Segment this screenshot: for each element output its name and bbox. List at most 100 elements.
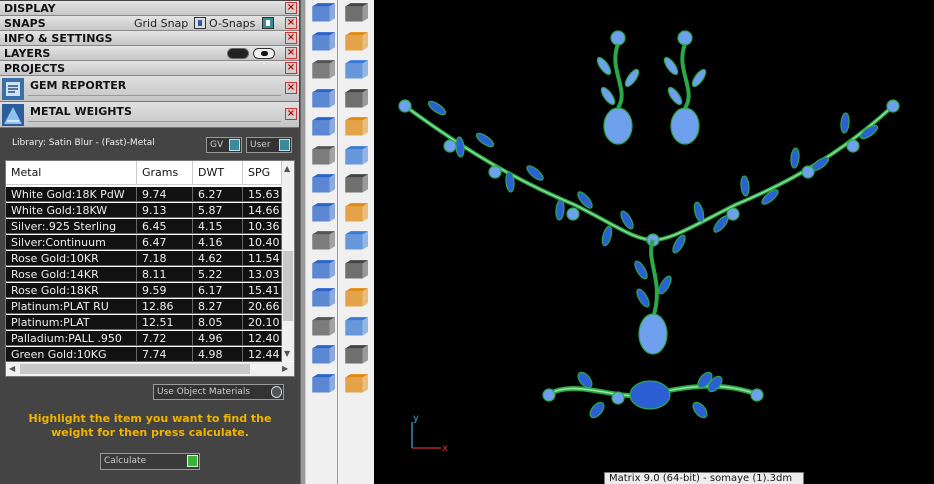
cell-spg: 11.54 [243, 251, 282, 265]
necklace-chain-highlight [404, 105, 894, 241]
use-object-materials-switch[interactable] [271, 386, 282, 398]
column-header-grams[interactable]: Grams [137, 161, 193, 184]
gem-cluster-icon[interactable] [309, 116, 335, 142]
column-header-metal[interactable]: Metal [6, 161, 137, 184]
scroll-down-icon[interactable]: ▼ [284, 349, 290, 358]
info-close-button[interactable]: × [285, 32, 297, 44]
table-row[interactable]: White Gold:18KW 9.13 5.87 14.66 [6, 203, 282, 218]
solid-edit-icon[interactable] [309, 287, 335, 313]
cell-dwt: 8.27 [193, 299, 243, 313]
calculate-button[interactable]: Calculate [100, 453, 200, 470]
star-transform-icon[interactable] [342, 116, 368, 142]
table-row[interactable]: Silver:Continuum 6.47 4.16 10.40 [6, 235, 282, 250]
eye-icon[interactable] [253, 48, 275, 59]
round-gem [611, 391, 625, 405]
vertical-scrollbar[interactable]: ▲ ▼ [282, 161, 294, 361]
viewport[interactable]: y x [375, 0, 934, 484]
scroll-right-icon[interactable]: ▶ [282, 364, 288, 373]
gv-toggle[interactable]: GV [206, 137, 242, 153]
display-close-button[interactable]: × [285, 2, 297, 14]
window-title-tooltip: Matrix 9.0 (64-bit) - somaye (1).3dm [604, 472, 804, 484]
pipe-icon[interactable] [342, 287, 368, 313]
sphere-solid-icon[interactable] [342, 59, 368, 85]
check-icon[interactable] [342, 344, 368, 370]
cylinder-solid-icon[interactable] [309, 88, 335, 114]
user-toggle[interactable]: User [246, 137, 292, 153]
fillet-icon[interactable] [342, 202, 368, 228]
table-row[interactable]: Platinum:PLAT RU 12.86 8.27 20.66 [6, 299, 282, 314]
table-row[interactable]: White Gold:18K PdW 9.74 6.27 15.63 [6, 187, 282, 202]
o-snaps-toggle[interactable] [262, 17, 274, 29]
projects-close-button[interactable]: × [285, 62, 297, 74]
table-row[interactable]: Silver:.925 Sterling 6.45 4.15 10.36 [6, 219, 282, 234]
earring-stem [613, 43, 624, 110]
gv-switch[interactable] [229, 139, 240, 151]
snaps-header[interactable]: SNAPS Grid Snap O-Snaps × [0, 16, 299, 31]
array-icon[interactable] [309, 259, 335, 285]
gem-set-icon[interactable] [309, 173, 335, 199]
layer-visibility-toggle[interactable] [227, 48, 249, 59]
grid-array-icon[interactable] [309, 316, 335, 342]
table-row[interactable]: Rose Gold:10KR 7.18 4.62 11.54 [6, 251, 282, 266]
table-row[interactable]: Platinum:PLAT 12.51 8.05 20.10 [6, 315, 282, 330]
leaf-gem [667, 86, 683, 106]
earring-stem [680, 43, 691, 110]
cell-spg: 10.36 [243, 219, 282, 233]
axis-y-label: y [413, 413, 419, 424]
scroll-up-icon[interactable]: ▲ [284, 164, 290, 173]
material-icon[interactable] [342, 373, 368, 399]
text-tool-icon[interactable] [309, 230, 335, 256]
surface-tool-icon[interactable] [342, 31, 368, 57]
box-solid-icon[interactable] [309, 59, 335, 85]
metal-weights-header[interactable]: METAL WEIGHTS × [0, 102, 299, 128]
patch-surface-icon[interactable] [342, 88, 368, 114]
cube-icon[interactable] [309, 373, 335, 399]
cell-grams: 9.74 [137, 187, 193, 201]
curve-tool-icon[interactable] [342, 2, 368, 28]
bubble-tool-icon[interactable] [342, 173, 368, 199]
scroll-left-icon[interactable]: ◀ [9, 364, 15, 373]
user-switch[interactable] [279, 139, 290, 151]
polygon-tool-icon[interactable] [309, 2, 335, 28]
horizontal-scrollbar[interactable]: ◀ ▶ [6, 362, 294, 376]
cell-grams: 7.18 [137, 251, 193, 265]
projects-header[interactable]: PROJECTS × [0, 61, 299, 76]
grid-snap-toggle[interactable] [194, 17, 206, 29]
knife-tool-icon[interactable] [309, 145, 335, 171]
arc-tool-icon[interactable] [309, 202, 335, 228]
earring-top-gem [677, 30, 693, 46]
rail-icon[interactable] [342, 316, 368, 342]
round-gem [846, 139, 860, 153]
table-row[interactable]: Green Gold:10KG 7.74 4.98 12.44 [6, 347, 282, 362]
layers-header[interactable]: LAYERS × [0, 46, 299, 61]
hscrollbar-thumb[interactable] [20, 364, 250, 374]
table-row[interactable]: Rose Gold:14KR 8.11 5.22 13.03 [6, 267, 282, 282]
axis-x-label: x [442, 443, 448, 454]
snaps-close-button[interactable]: × [285, 17, 297, 29]
display-label: DISPLAY [4, 2, 56, 15]
round-gem [488, 165, 502, 179]
metal-weights-close-button[interactable]: × [285, 108, 297, 120]
display-header[interactable]: DISPLAY × [0, 1, 299, 16]
scale-icon[interactable] [342, 230, 368, 256]
edit-points-icon[interactable] [309, 31, 335, 57]
cell-metal: Green Gold:10KG [6, 347, 137, 361]
mirror-icon[interactable] [342, 259, 368, 285]
gem-reporter-header[interactable]: GEM REPORTER × [0, 76, 299, 102]
gem-reporter-close-button[interactable]: × [285, 82, 297, 94]
table-row[interactable]: Rose Gold:18KR 9.59 6.17 15.41 [6, 283, 282, 298]
split-tool-icon[interactable] [342, 145, 368, 171]
cell-dwt: 4.96 [193, 331, 243, 345]
use-object-materials-toggle[interactable]: Use Object Materials [153, 384, 284, 400]
gem-reporter-icon [2, 78, 24, 100]
cell-dwt: 6.17 [193, 283, 243, 297]
metal-weights-table[interactable]: Metal Grams DWT SPG White Gold:18K PdW 9.… [5, 160, 295, 377]
column-header-spg[interactable]: SPG [243, 161, 282, 184]
cell-metal: Rose Gold:18KR [6, 283, 137, 297]
layers-close-button[interactable]: × [285, 47, 297, 59]
boolean-icon[interactable] [309, 344, 335, 370]
scrollbar-thumb[interactable] [283, 251, 293, 321]
column-header-dwt[interactable]: DWT [193, 161, 243, 184]
table-row[interactable]: Palladium:PALL .950 7.72 4.96 12.40 [6, 331, 282, 346]
info-settings-header[interactable]: INFO & SETTINGS × [0, 31, 299, 46]
